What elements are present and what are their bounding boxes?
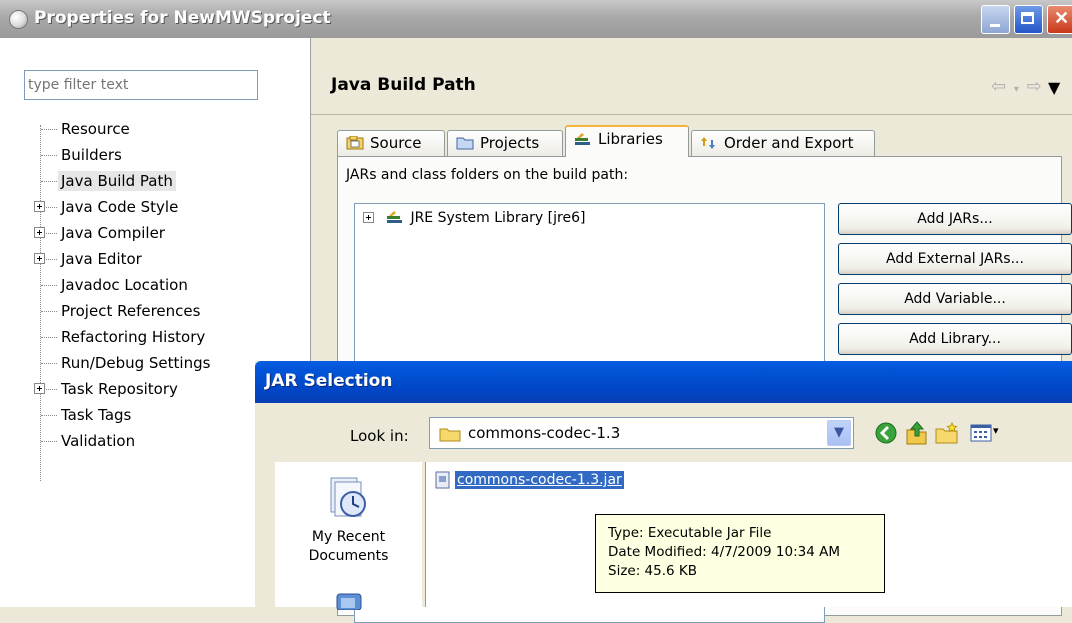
sidebar-item-label: Resource — [61, 120, 130, 138]
window-title: Properties for NewMWSproject — [34, 8, 331, 28]
tree-guide-line — [40, 125, 41, 481]
window-titlebar[interactable]: Properties for NewMWSproject — [0, 0, 1072, 38]
dialog-titlebar[interactable]: JAR Selection — [255, 361, 1072, 403]
expand-icon[interactable] — [363, 212, 374, 223]
tooltip-type: Type: Executable Jar File — [608, 525, 772, 541]
sidebar-item-builders[interactable]: Builders — [41, 144, 122, 170]
library-icon — [575, 133, 590, 145]
tab-order-and-export[interactable]: Order and Export — [691, 130, 875, 157]
places-item-label: My Recent Documents — [308, 529, 389, 564]
back-icon[interactable] — [874, 421, 898, 445]
expand-icon[interactable] — [34, 253, 45, 264]
sidebar-item-task-tags[interactable]: Task Tags — [41, 404, 132, 430]
close-button[interactable] — [1047, 5, 1072, 34]
tooltip-size: Size: 45.6 KB — [608, 563, 698, 579]
sidebar-item-label: Java Editor — [61, 250, 142, 268]
project-folder-icon — [456, 137, 474, 150]
order-export-icon — [701, 137, 715, 149]
header-divider — [311, 114, 1072, 115]
new-folder-icon[interactable] — [934, 422, 960, 444]
back-arrow-icon[interactable]: ⇦ — [991, 76, 1007, 97]
sidebar-item-run-debug-settings[interactable]: Run/Debug Settings — [41, 352, 211, 378]
sidebar-item-java-compiler[interactable]: Java Compiler — [34, 222, 165, 248]
sidebar-item-label: Java Compiler — [61, 224, 165, 242]
minimize-button[interactable] — [981, 5, 1010, 34]
folder-icon — [439, 428, 461, 442]
file-tooltip: Type: Executable Jar File Date Modified:… — [595, 514, 885, 593]
source-folder-icon — [346, 136, 364, 150]
maximize-button[interactable] — [1014, 5, 1043, 34]
sidebar-item-java-editor[interactable]: Java Editor — [34, 248, 142, 274]
library-icon — [387, 211, 403, 223]
look-in-dropdown[interactable]: commons-codec-1.3 ▼ — [429, 417, 854, 449]
sidebar-item-task-repository[interactable]: Task Repository — [34, 378, 178, 404]
add-variable-button[interactable]: Add Variable... — [838, 283, 1072, 315]
look-in-label: Look in: — [350, 427, 409, 445]
view-menu-icon[interactable] — [970, 424, 992, 442]
tab-label: Source — [370, 134, 422, 152]
sidebar-item-label: Java Build Path — [58, 171, 176, 191]
dialog-toolbar: ▾ — [874, 419, 1044, 447]
places-bar: My Recent Documents — [275, 462, 422, 610]
filter-input[interactable] — [24, 70, 258, 100]
eclipse-icon — [9, 10, 28, 29]
page-title: Java Build Path — [331, 75, 476, 95]
tab-source[interactable]: Source — [337, 130, 445, 157]
history-nav[interactable]: ⇦ ▾ ⇨ ▾ — [991, 76, 1055, 97]
sidebar-item-label: Run/Debug Settings — [61, 354, 211, 372]
chevron-down-icon[interactable]: ▾ — [993, 424, 999, 437]
recent-documents-icon — [330, 477, 366, 517]
add-external-jars-button[interactable]: Add External JARs... — [838, 243, 1072, 275]
sidebar-item-java-build-path[interactable]: Java Build Path — [41, 170, 176, 196]
sidebar-item-label: Builders — [61, 146, 122, 164]
expand-icon[interactable] — [34, 201, 45, 212]
up-folder-icon[interactable] — [904, 420, 928, 446]
tab-libraries[interactable]: Libraries — [565, 125, 689, 157]
tab-projects[interactable]: Projects — [447, 130, 563, 157]
sidebar-item-java-code-style[interactable]: Java Code Style — [34, 196, 179, 222]
sidebar-item-label: Java Code Style — [61, 198, 179, 216]
library-label: JRE System Library [jre6] — [410, 210, 586, 226]
sidebar-item-validation[interactable]: Validation — [41, 430, 136, 456]
tab-label: Libraries — [598, 130, 663, 148]
sidebar-item-project-references[interactable]: Project References — [41, 300, 201, 326]
sidebar-item-refactoring-history[interactable]: Refactoring History — [41, 326, 206, 352]
tooltip-modified: Date Modified: 4/7/2009 10:34 AM — [608, 544, 841, 560]
view-menu-icon[interactable]: ▼ — [1048, 78, 1060, 97]
look-in-value: commons-codec-1.3 — [468, 424, 621, 442]
sidebar-item-label: Project References — [61, 302, 201, 320]
jar-selection-dialog: JAR Selection Look in: commons-codec-1.3… — [255, 361, 1072, 610]
tab-label: Order and Export — [724, 134, 854, 152]
add-jars-button[interactable]: Add JARs... — [838, 203, 1072, 235]
jars-label: JARs and class folders on the build path… — [346, 167, 629, 183]
desktop-icon — [336, 593, 362, 610]
jar-file-icon — [435, 471, 450, 489]
sidebar-item-label: Validation — [61, 432, 136, 450]
file-item[interactable]: commons-codec-1.3.jar — [434, 471, 624, 490]
sidebar-item-label: Task Tags — [61, 406, 132, 424]
chevron-down-icon[interactable]: ▼ — [827, 420, 851, 446]
chevron-down-icon[interactable]: ▾ — [1014, 84, 1020, 95]
dialog-title: JAR Selection — [265, 371, 393, 391]
sidebar-item-label: Refactoring History — [61, 328, 206, 346]
forward-arrow-icon[interactable]: ⇨ — [1027, 76, 1043, 97]
expand-icon[interactable] — [34, 227, 45, 238]
list-item[interactable]: JRE System Library [jre6] — [363, 210, 585, 226]
sidebar-item-label: Javadoc Location — [61, 276, 188, 294]
file-name: commons-codec-1.3.jar — [455, 471, 624, 489]
places-item-recent[interactable]: My Recent Documents — [275, 462, 422, 610]
add-library-button[interactable]: Add Library... — [838, 323, 1072, 355]
tab-label: Projects — [480, 134, 540, 152]
expand-icon[interactable] — [34, 383, 45, 394]
sidebar-item-resource[interactable]: Resource — [41, 118, 130, 144]
sidebar-item-javadoc-location[interactable]: Javadoc Location — [41, 274, 188, 300]
sidebar-item-label: Task Repository — [61, 380, 178, 398]
